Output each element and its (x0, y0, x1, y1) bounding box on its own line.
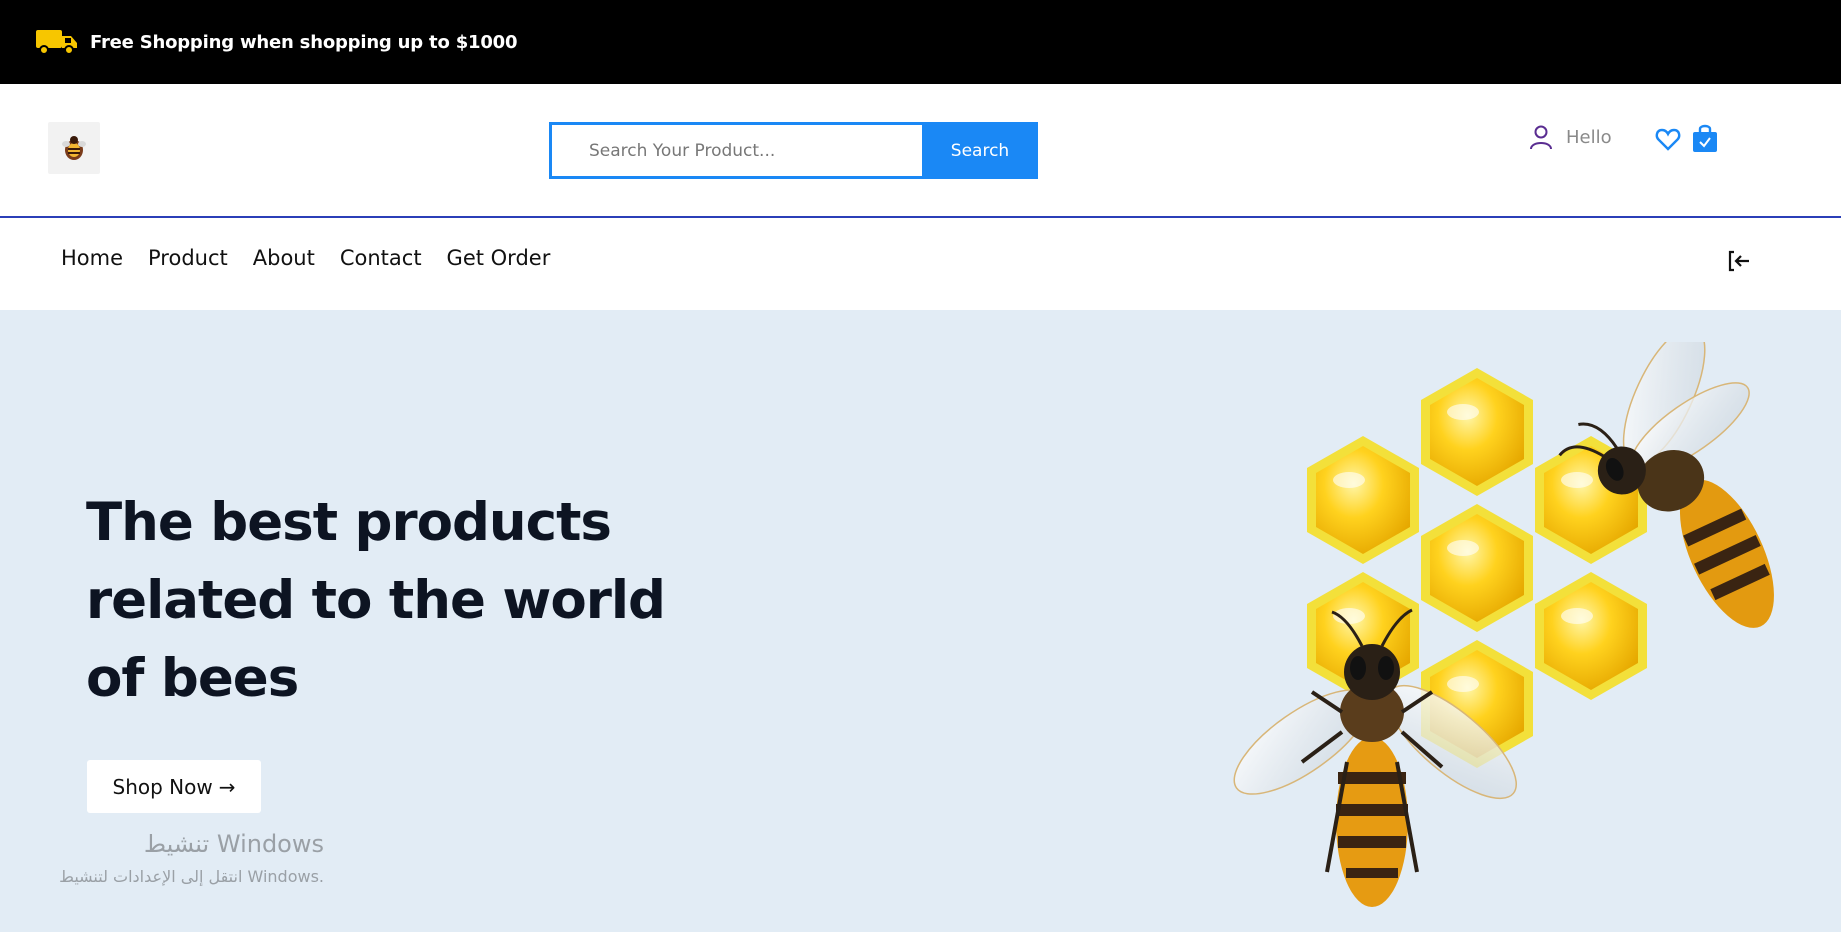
shop-now-button[interactable]: Shop Now → (87, 760, 261, 813)
hero-section: The best products related to the world o… (0, 310, 1841, 932)
search-input[interactable] (549, 122, 922, 179)
hero-title: The best products related to the world o… (86, 492, 666, 709)
nav-item-about[interactable]: About (253, 246, 315, 270)
bees-honeycomb-illustration (1233, 342, 1774, 907)
logo[interactable] (48, 122, 100, 174)
promo-bar: Free Shopping when shopping up to $1000 (0, 0, 1841, 84)
windows-activation-title: تنشيط Windows (143, 830, 324, 858)
user-greeting: Hello (1566, 126, 1612, 148)
bee-logo-icon (62, 136, 86, 160)
search-button[interactable]: Search (922, 122, 1038, 179)
nav-item-contact[interactable]: Contact (340, 246, 422, 270)
promo-text: Free Shopping when shopping up to $1000 (90, 31, 518, 53)
user-icon (1530, 125, 1552, 150)
heart-icon[interactable] (1655, 126, 1681, 152)
header: Search Hello (0, 84, 1841, 218)
nav-item-home[interactable]: Home (61, 246, 123, 270)
search-bar: Search (549, 122, 1038, 179)
nav-item-product[interactable]: Product (148, 246, 228, 270)
truck-icon (36, 30, 77, 55)
arrow-right-icon: → (218, 774, 236, 799)
windows-activation-text: انتقل إلى الإعدادات لتنشيط Windows. (59, 867, 324, 886)
nav-item-get-order[interactable]: Get Order (447, 246, 551, 270)
user-account[interactable]: Hello (1528, 124, 1612, 150)
shopping-bag-icon[interactable] (1690, 122, 1720, 154)
logout-icon[interactable] (1726, 248, 1752, 274)
shop-now-label: Shop Now (112, 774, 213, 799)
main-nav: Home Product About Contact Get Order (0, 218, 1841, 310)
